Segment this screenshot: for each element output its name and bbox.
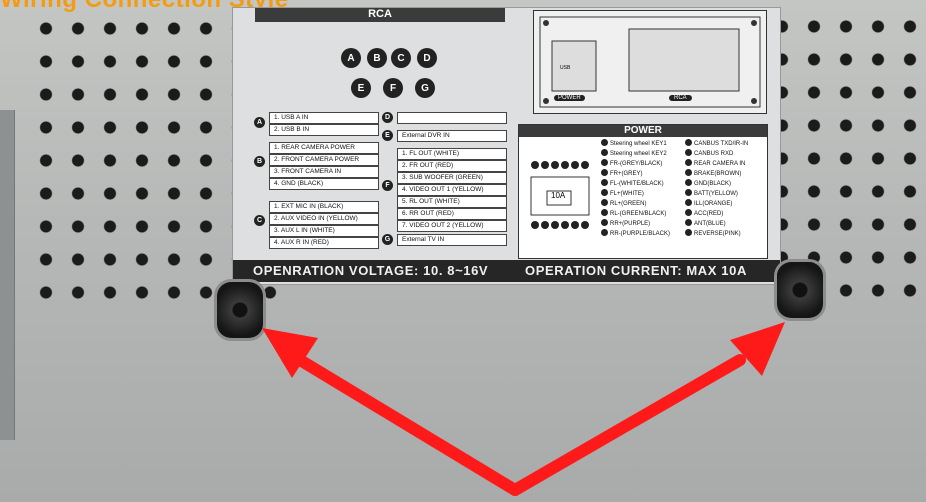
arrow-left-shaft <box>294 354 521 496</box>
photo-scene: Wiring Connection Style RCA A B C D E F … <box>0 0 926 502</box>
arrow-right-shaft <box>509 354 746 496</box>
red-arrows-overlay <box>262 322 785 496</box>
